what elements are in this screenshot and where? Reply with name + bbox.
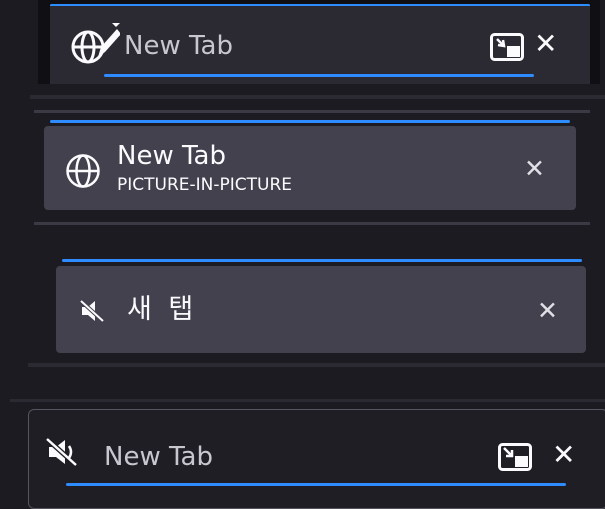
close-icon[interactable]: ✕ (524, 156, 545, 181)
tab-separator (30, 95, 605, 99)
tab-top-indicator (50, 120, 570, 123)
speaker-muted-icon[interactable] (46, 437, 80, 467)
globe-with-pen-icon (70, 23, 120, 67)
globe-icon (65, 153, 101, 189)
tab-underline (66, 483, 566, 486)
tab-3-title: 새 탭 (127, 294, 198, 325)
tab-separator (34, 222, 590, 225)
tab-1-title: New Tab (124, 31, 233, 61)
tab-2-title: New Tab (117, 141, 226, 171)
picture-in-picture-icon[interactable] (498, 443, 532, 471)
tab-separator (34, 110, 590, 113)
tab-4-title: New Tab (104, 442, 213, 472)
tab-top-indicator (62, 259, 582, 262)
tab-separator (10, 399, 605, 402)
close-icon[interactable]: ✕ (552, 441, 575, 469)
picture-in-picture-icon[interactable] (490, 33, 524, 61)
tab-underline (104, 74, 534, 77)
close-icon[interactable]: ✕ (534, 30, 557, 58)
close-icon[interactable]: ✕ (537, 298, 558, 323)
tab-2-subtitle: PICTURE-IN-PICTURE (117, 175, 293, 195)
speaker-muted-icon[interactable] (80, 299, 106, 323)
tab-separator (28, 363, 605, 367)
